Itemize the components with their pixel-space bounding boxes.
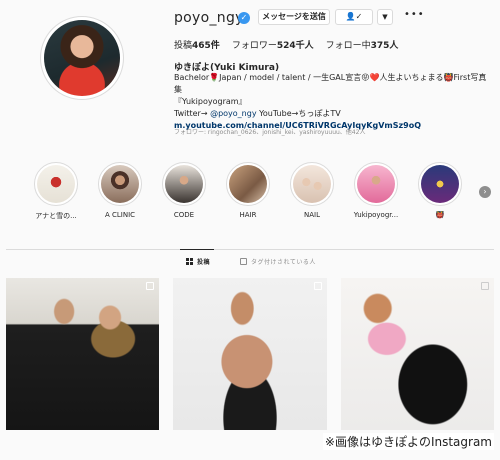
highlight-label: Yukipoyogr...: [353, 211, 399, 219]
highlights-next-icon[interactable]: ›: [479, 186, 491, 198]
highlight-item[interactable]: アナと雪の...: [24, 162, 88, 221]
highlight-cover: [357, 165, 395, 203]
bio-line: Bachelor🌹Japan / model / talent / 一生GAL宣…: [174, 73, 487, 94]
bio-line: Twitter→ @poyo_ngy YouTube→ちっぽよTV: [174, 109, 341, 118]
highlight-item[interactable]: Yukipoyogr...: [344, 162, 408, 219]
post-thumbnail[interactable]: [6, 278, 159, 430]
twitter-mention-link[interactable]: @poyo_ngy: [210, 109, 256, 118]
highlight-label: A CLINIC: [104, 211, 136, 219]
options-icon[interactable]: •••: [404, 9, 425, 20]
tab-posts[interactable]: 投稿: [186, 257, 210, 266]
tab-posts-label: 投稿: [197, 259, 211, 266]
following-stat[interactable]: フォロー中375人: [326, 38, 399, 51]
highlight-cover: [229, 165, 267, 203]
image-credit-caption: ※画像はゆきぽよのInstagram: [322, 433, 494, 450]
tagged-icon: [240, 258, 247, 265]
post-thumbnail[interactable]: [341, 278, 494, 430]
multiple-photos-icon: [146, 282, 154, 290]
message-button[interactable]: メッセージを送信: [258, 9, 330, 25]
story-highlights: アナと雪の... A CLINIC CODE HAIR NAIL Yukipoy…: [14, 162, 494, 224]
highlight-label: CODE: [173, 211, 195, 219]
posts-stat: 投稿465件: [174, 41, 220, 51]
highlight-cover: [165, 165, 203, 203]
followers-stat[interactable]: フォロワー524千人: [232, 38, 314, 51]
highlight-label: 👹: [435, 211, 445, 219]
highlight-cover: [37, 165, 75, 203]
multiple-photos-icon: [481, 282, 489, 290]
bio-line: 『Yukipoyogram』: [174, 97, 247, 106]
highlight-item[interactable]: CODE: [152, 162, 216, 219]
highlight-item[interactable]: HAIR: [216, 162, 280, 219]
active-tab-indicator: [180, 249, 214, 250]
tabs-divider: [6, 249, 494, 250]
profile-bio: Bachelor🌹Japan / model / talent / 一生GAL宣…: [174, 72, 494, 132]
profile-avatar[interactable]: [40, 16, 124, 100]
verified-badge-icon: ✓: [238, 12, 250, 24]
avatar-image: [44, 20, 120, 96]
highlight-label: アナと雪の...: [35, 212, 77, 220]
tab-tagged-label: タグ付けされている人: [251, 259, 316, 266]
post-thumbnail[interactable]: [173, 278, 327, 430]
tab-tagged[interactable]: タグ付けされている人: [240, 257, 316, 266]
profile-username: poyo_ngy: [174, 10, 244, 26]
grid-icon: [186, 258, 193, 265]
suggested-dropdown-button[interactable]: ▼: [377, 9, 393, 25]
highlight-label: NAIL: [304, 211, 320, 219]
highlight-item[interactable]: NAIL: [280, 162, 344, 219]
multiple-photos-icon: [314, 282, 322, 290]
highlight-label: HAIR: [239, 211, 257, 219]
following-button[interactable]: 👤✓: [335, 9, 373, 25]
highlight-cover: [421, 165, 459, 203]
profile-stats: 投稿465件 フォロワー524千人 フォロー中375人: [174, 38, 398, 51]
highlight-cover: [293, 165, 331, 203]
highlight-item[interactable]: 👹: [408, 162, 472, 219]
followed-by-text[interactable]: フォロワー: ringochan_0626、jonishi_kei、yashir…: [174, 127, 365, 136]
highlight-cover: [101, 165, 139, 203]
highlight-item[interactable]: A CLINIC: [88, 162, 152, 219]
